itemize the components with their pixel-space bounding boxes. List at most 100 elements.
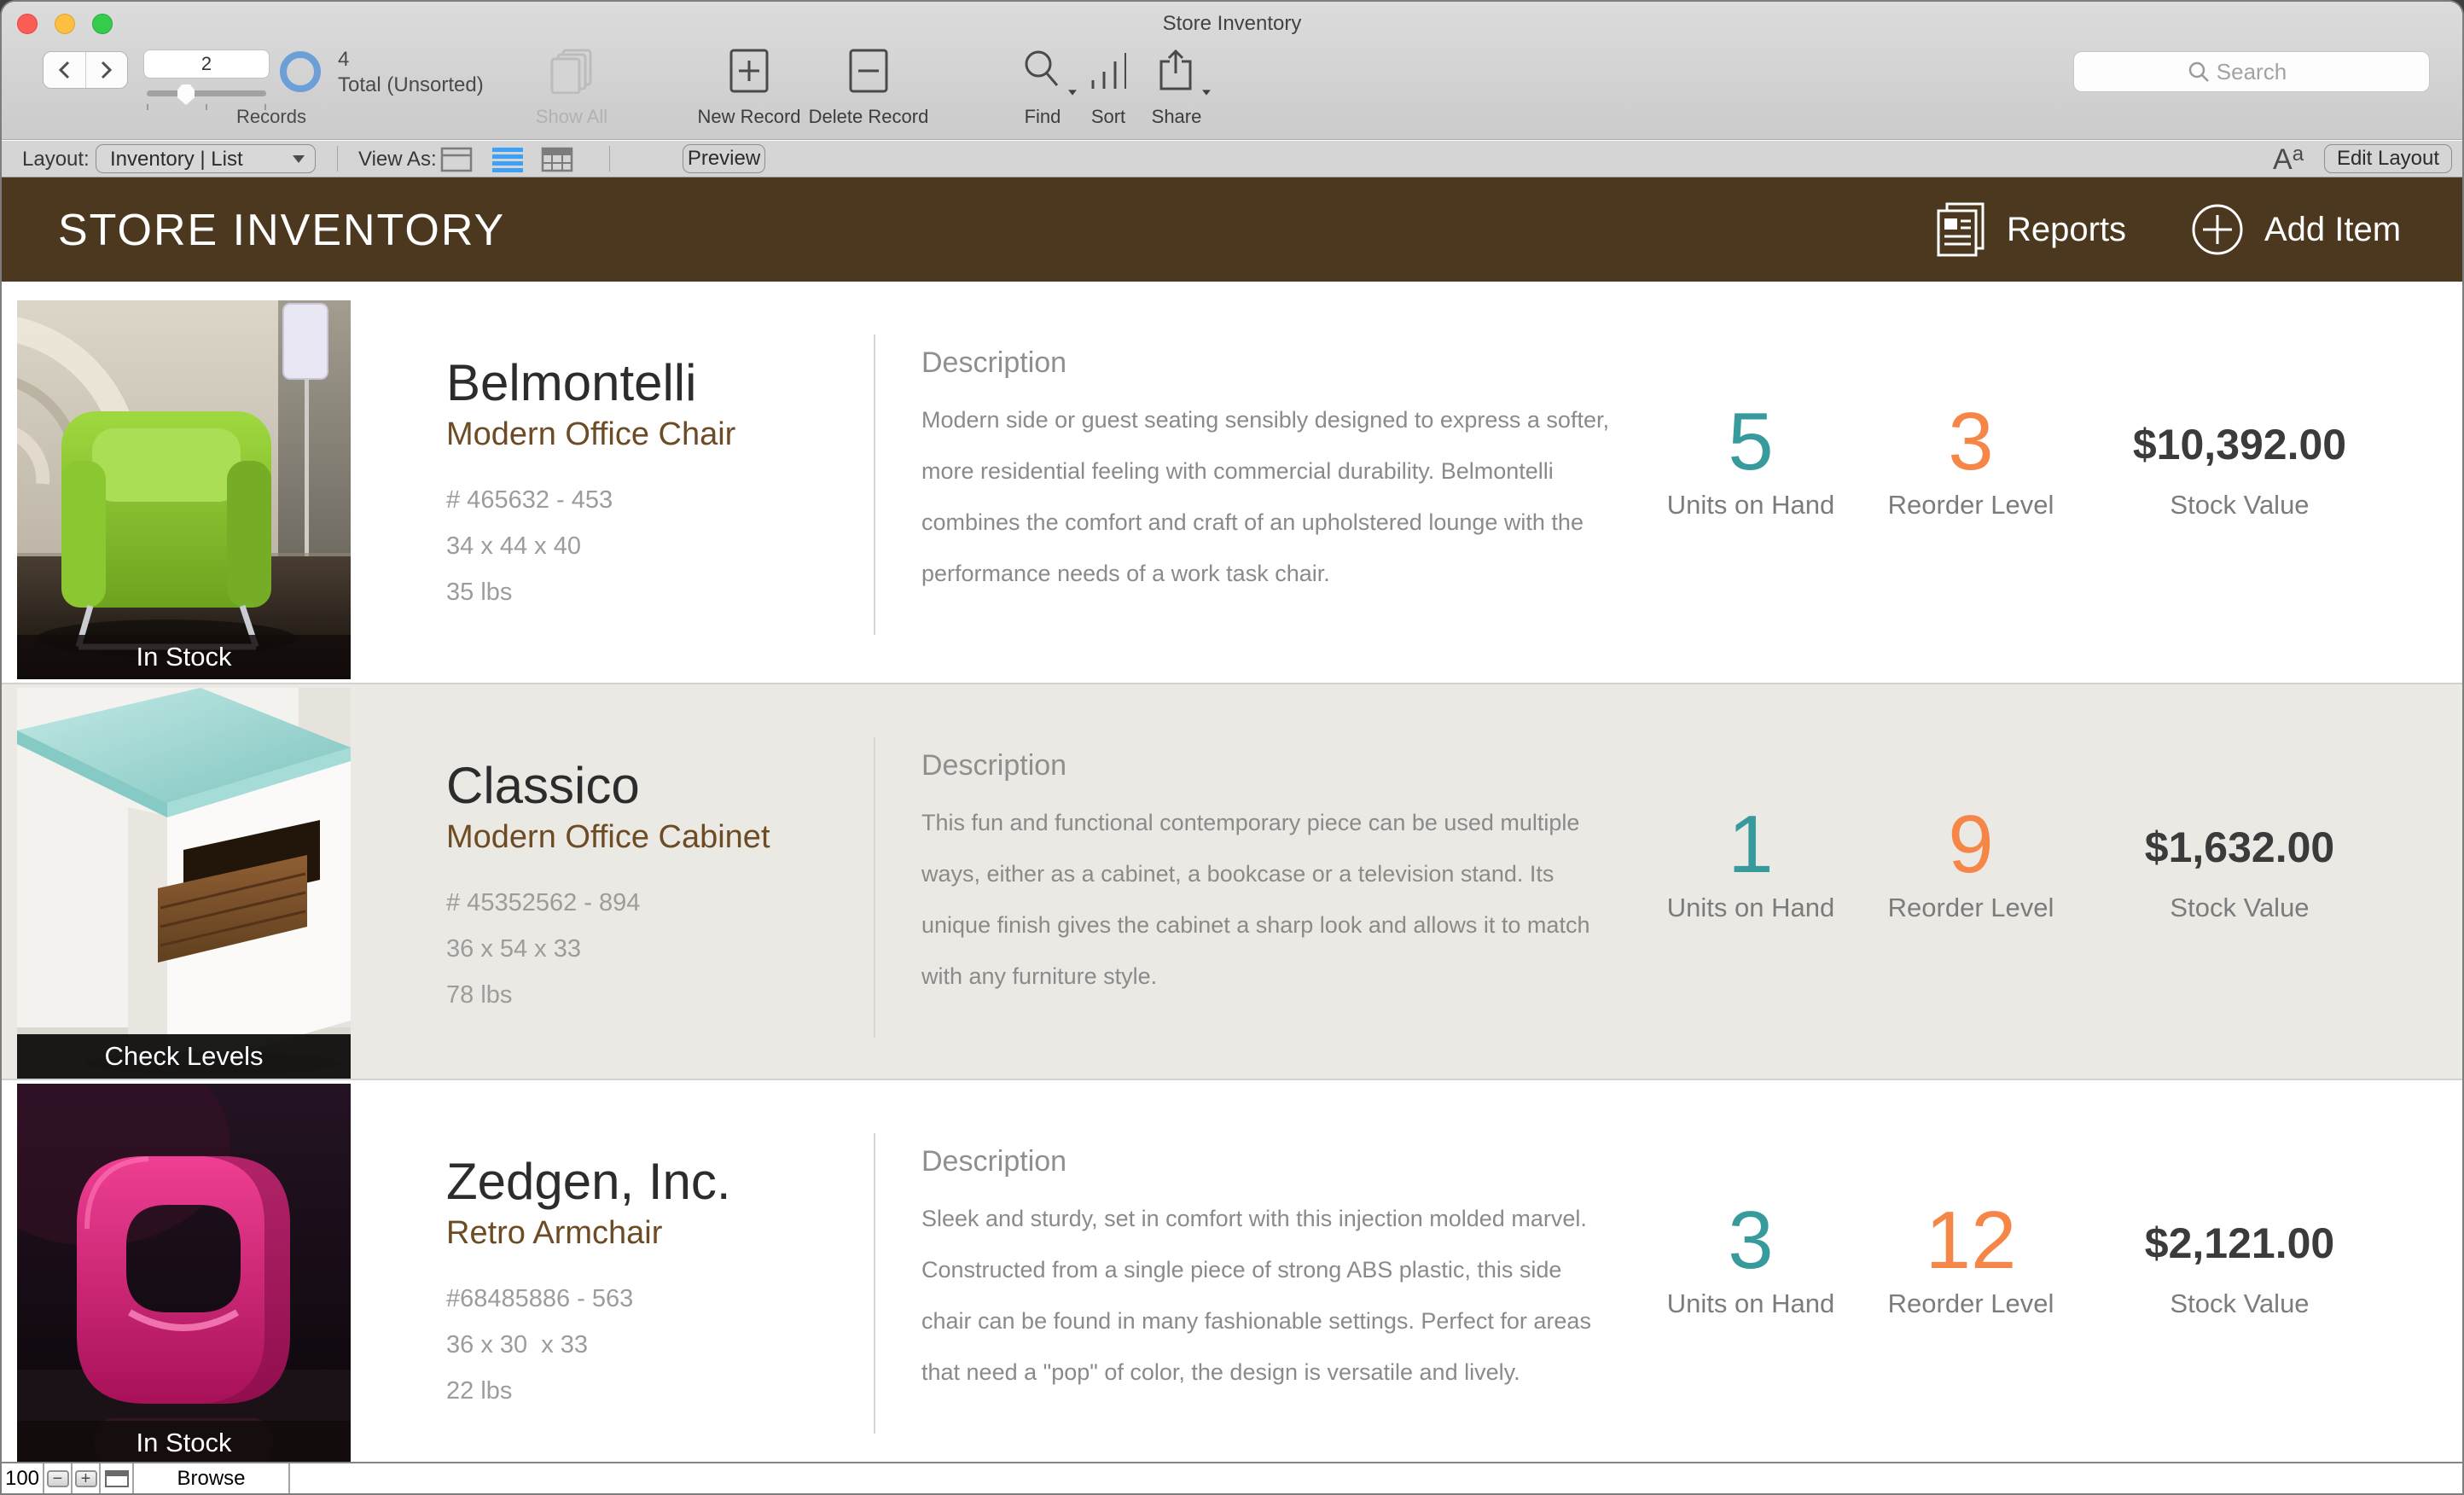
toolbar: Store Inventory Records 4 Total (Unsorte…	[2, 2, 2462, 140]
product-photo-belmontelli: In Stock	[17, 300, 351, 679]
delete-record-button[interactable]: Delete Record	[783, 44, 954, 130]
stock-value-amount: $10,392.00	[2132, 421, 2347, 468]
record-row[interactable]: In Stock Belmontelli Modern Office Chair…	[2, 282, 2462, 683]
record-row[interactable]: Check Levels Classico Modern Office Cabi…	[2, 683, 2462, 1080]
product-description: Sleek and sturdy, set in comfort with th…	[921, 1206, 1591, 1385]
records-label: Records	[236, 106, 306, 127]
units-on-hand-label: Units on Hand	[1666, 490, 1835, 520]
edit-layout-button[interactable]: Edit Layout	[2324, 144, 2452, 173]
reports-button[interactable]: Reports	[1937, 177, 2126, 282]
units-on-hand-value: 1	[1728, 799, 1774, 890]
reorder-level-value: 12	[1925, 1195, 2017, 1286]
preview-button[interactable]: Preview	[683, 144, 765, 173]
chevron-right-icon	[101, 61, 112, 79]
units-on-hand-label: Units on Hand	[1666, 893, 1835, 922]
reports-label: Reports	[2007, 210, 2127, 248]
stock-value-label: Stock Value	[2170, 893, 2310, 922]
record-row[interactable]: In Stock Zedgen, Inc. Retro Armchair #68…	[2, 1080, 2462, 1465]
search-field	[2073, 51, 2430, 92]
product-description: Modern side or guest seating sensibly de…	[921, 407, 1609, 586]
found-count: 4	[338, 48, 350, 71]
reorder-level-value: 3	[1948, 396, 1994, 487]
layout-label: Layout:	[22, 148, 90, 171]
divider	[874, 334, 875, 635]
product-photo-zedgen: In Stock	[17, 1084, 351, 1465]
record-list: In Stock Belmontelli Modern Office Chair…	[2, 282, 2462, 1465]
stock-value-stat: $1,632.00 Stock Value	[2069, 684, 2410, 1079]
zoom-out-button[interactable]: −	[44, 1463, 73, 1493]
view-as-table-button[interactable]	[541, 147, 575, 172]
plus-circle-icon	[2192, 204, 2243, 255]
description-label: Description	[921, 749, 1067, 782]
units-on-hand-label: Units on Hand	[1666, 1288, 1835, 1318]
form-view-icon	[440, 147, 473, 172]
next-record-button[interactable]	[86, 52, 128, 88]
product-description: This fun and functional contemporary pie…	[921, 810, 1590, 989]
stock-value-stat: $10,392.00 Stock Value	[2069, 282, 2410, 683]
units-on-hand-stat: 3 Units on Hand	[1623, 1080, 1879, 1465]
new-record-icon	[729, 49, 769, 93]
units-on-hand-value: 3	[1728, 1195, 1774, 1286]
product-item-number: #68485886 - 563	[446, 1285, 634, 1312]
found-set-pie-icon[interactable]	[280, 51, 321, 92]
units-on-hand-stat: 5 Units on Hand	[1623, 282, 1879, 683]
mode-popup[interactable]: Browse	[134, 1463, 290, 1493]
view-as-label: View As:	[358, 148, 437, 171]
reports-icon	[1937, 202, 1985, 257]
divider	[874, 737, 875, 1038]
slider-thumb[interactable]	[177, 84, 195, 105]
page-header: STORE INVENTORY Reports Add Item	[2, 177, 2462, 282]
description-label: Description	[921, 1145, 1067, 1178]
product-subtitle: Modern Office Cabinet	[446, 819, 770, 855]
share-icon	[1159, 49, 1192, 90]
add-item-label: Add Item	[2264, 210, 2402, 248]
search-input[interactable]	[2073, 51, 2430, 92]
zoom-in-button[interactable]: +	[73, 1463, 101, 1493]
product-weight: 78 lbs	[446, 981, 513, 1009]
dropdown-arrow-icon	[1202, 90, 1211, 96]
product-subtitle: Modern Office Chair	[446, 416, 736, 452]
show-all-button[interactable]: Show All	[486, 44, 657, 130]
status-badge: In Stock	[17, 635, 351, 679]
reorder-level-stat: 3 Reorder Level	[1843, 282, 2099, 683]
status-toolbar-toggle-button[interactable]	[101, 1463, 134, 1493]
stock-value-amount: $2,121.00	[2144, 1219, 2335, 1267]
product-dimensions: 34 x 44 x 40	[446, 532, 581, 560]
layout-popup-value: Inventory | List	[110, 148, 243, 171]
view-as-list-button[interactable]	[491, 147, 526, 172]
reorder-level-stat: 12 Reorder Level	[1843, 1080, 2099, 1465]
record-slider[interactable]	[147, 84, 266, 110]
view-as-form-button[interactable]	[440, 147, 474, 172]
chevron-down-icon	[293, 155, 305, 163]
product-weight: 22 lbs	[446, 1377, 513, 1405]
delete-record-icon	[849, 49, 888, 93]
reorder-level-stat: 9 Reorder Level	[1843, 684, 2099, 1079]
status-badge: In Stock	[17, 1421, 351, 1465]
app-window: Store Inventory Records 4 Total (Unsorte…	[0, 0, 2464, 1495]
zoom-level[interactable]: 100	[2, 1463, 44, 1493]
product-subtitle: Retro Armchair	[446, 1215, 663, 1251]
stock-value-stat: $2,121.00 Stock Value	[2069, 1080, 2410, 1465]
product-name: Classico	[446, 757, 640, 814]
show-all-icon	[550, 49, 592, 94]
page-title: STORE INVENTORY	[58, 206, 506, 255]
stock-value-amount: $1,632.00	[2144, 823, 2335, 871]
found-label: Total (Unsorted)	[338, 73, 484, 96]
window-title: Store Inventory	[1162, 12, 1302, 35]
formatting-bar-button[interactable]: Aa	[2273, 143, 2304, 177]
product-item-number: # 45352562 - 894	[446, 889, 641, 916]
chevron-left-icon	[59, 61, 70, 79]
divider	[874, 1133, 875, 1434]
product-item-number: # 465632 - 453	[446, 486, 613, 514]
layout-bar: Layout: Inventory | List View As: Previe…	[2, 141, 2462, 177]
product-weight: 35 lbs	[446, 579, 513, 606]
plus-icon: +	[74, 1469, 97, 1487]
units-on-hand-value: 5	[1728, 396, 1774, 487]
slider-track[interactable]	[147, 90, 266, 96]
share-button[interactable]: Share	[1091, 44, 1262, 130]
previous-record-button[interactable]	[44, 52, 86, 88]
layout-popup[interactable]: Inventory | List	[96, 144, 316, 173]
record-number-input[interactable]	[143, 49, 270, 79]
stock-value-label: Stock Value	[2170, 490, 2310, 520]
add-item-button[interactable]: Add Item	[2191, 177, 2401, 282]
